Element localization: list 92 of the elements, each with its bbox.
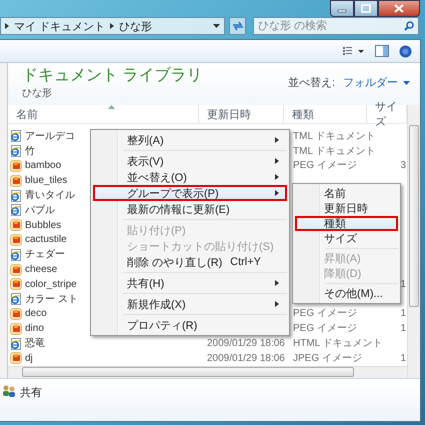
file-name[interactable]: dj (25, 352, 33, 365)
file-name[interactable]: bamboo (25, 159, 62, 172)
column-header[interactable]: 種類 (284, 105, 367, 123)
menu-item[interactable]: 最新の情報に更新(E) (93, 201, 287, 217)
view-menu-button[interactable] (343, 46, 365, 56)
web-page-icon (10, 248, 22, 261)
file-name[interactable]: 竹 (25, 144, 35, 158)
image-file-icon (10, 352, 22, 364)
file-name[interactable]: cheese (25, 263, 58, 276)
refresh-icon (232, 21, 244, 31)
image-file-icon (10, 219, 22, 232)
file-name[interactable]: バブル (25, 204, 55, 217)
menu-item[interactable]: 新規作成(X) (93, 296, 287, 312)
size-cell: 1 (400, 307, 406, 320)
image-file-icon (10, 322, 22, 335)
file-name[interactable]: カラー スト (25, 292, 78, 306)
refresh-button[interactable] (229, 17, 246, 35)
help-icon (399, 44, 412, 58)
file-name[interactable]: 恐竜 (25, 337, 45, 350)
web-page-icon (10, 293, 22, 306)
search-icon[interactable] (404, 21, 414, 31)
help-button[interactable] (399, 44, 412, 58)
breadcrumb[interactable]: マイ ドキュメント (14, 18, 106, 34)
image-file-icon (10, 234, 22, 246)
file-name[interactable]: 青いタイル (25, 189, 75, 202)
dropdown-icon[interactable] (213, 24, 220, 28)
file-name[interactable]: color_stripe (25, 278, 77, 291)
type-cell: TML ドキュメント (293, 144, 376, 158)
list-view-icon (343, 46, 365, 56)
arrange-dropdown[interactable]: フォルダー (343, 75, 410, 90)
web-page-icon (10, 130, 22, 142)
menu-item[interactable]: 整列(A) (93, 132, 287, 148)
file-name[interactable]: チェダー (25, 248, 65, 262)
menu-item[interactable]: 更新日時 (295, 201, 398, 216)
menu-item[interactable]: 表示(V) (93, 153, 287, 169)
menu-item[interactable]: プロパティ(R) (93, 317, 287, 333)
library-title: ドキュメント ライブラリ (22, 66, 204, 86)
menu-item[interactable]: サイズ (295, 231, 398, 246)
date-cell: 2009/01/29 18:06 (207, 337, 285, 350)
size-cell: 3 (400, 159, 406, 172)
image-file-icon (10, 174, 22, 187)
menu-item[interactable]: 並べ替え(O) (93, 169, 287, 185)
menu-item[interactable]: 名前 (295, 186, 398, 201)
search-field[interactable]: ひな形 の検索 (253, 17, 419, 35)
menu-item[interactable]: グループで表示(P) (93, 185, 287, 201)
menu-item[interactable]: 共有(H) (93, 275, 287, 291)
address-bar[interactable]: マイ ドキュメント ひな形 (0, 17, 225, 35)
pane-icon (375, 45, 389, 57)
arrange-label: 並べ替え: (288, 76, 335, 90)
menu-item[interactable]: 削除 のやり直し(R) Ctrl+Y (93, 254, 287, 270)
type-cell: TML ドキュメント (293, 130, 376, 143)
web-page-icon (10, 145, 22, 158)
close-icon (394, 4, 404, 13)
image-file-icon (10, 278, 22, 290)
date-cell: 2009/01/29 18:06 (207, 352, 285, 365)
chevron-icon (5, 23, 9, 29)
close-button[interactable] (378, 0, 420, 17)
web-page-icon (10, 204, 22, 216)
library-subtitle: ひな形 (22, 87, 53, 101)
web-page-icon (10, 190, 22, 202)
size-cell: 1 (400, 278, 406, 291)
file-name[interactable]: deco (25, 307, 47, 320)
people-icon (2, 384, 16, 397)
web-page-icon (10, 338, 22, 350)
minimize-button[interactable] (330, 0, 354, 17)
maximize-icon (361, 4, 371, 13)
type-cell: JPEG イメージ (293, 352, 362, 365)
file-name[interactable]: dino (25, 322, 44, 336)
file-name[interactable]: Bubbles (25, 218, 62, 232)
image-file-icon (10, 160, 22, 172)
file-name[interactable]: アールデコ (25, 130, 75, 143)
maximize-button[interactable] (354, 0, 378, 17)
file-name[interactable]: cactustile (25, 233, 67, 246)
status-text: 共有 (20, 386, 42, 400)
size-cell: 1 (400, 322, 406, 336)
image-file-icon (10, 308, 22, 320)
size-cell: 1 (400, 352, 406, 365)
preview-pane-button[interactable] (375, 45, 389, 57)
type-cell: HTML ドキュメント (293, 337, 383, 350)
type-cell: PEG イメージ (293, 322, 357, 336)
vertical-scrollbar[interactable] (407, 105, 420, 378)
caret-icon (403, 80, 410, 84)
chevron-icon (110, 23, 114, 29)
breadcrumb[interactable]: ひな形 (119, 18, 152, 34)
column-header[interactable]: 更新日時 (199, 105, 284, 123)
type-cell: PEG イメージ (293, 307, 357, 320)
image-file-icon (10, 264, 22, 276)
menu-item[interactable]: その他(M)... (295, 286, 398, 301)
type-cell: PEG イメージ (293, 159, 357, 172)
menu-item[interactable]: 種類 (295, 216, 398, 231)
file-name[interactable]: blue_tiles (25, 174, 68, 188)
horizontal-scrollbar[interactable] (8, 366, 407, 378)
